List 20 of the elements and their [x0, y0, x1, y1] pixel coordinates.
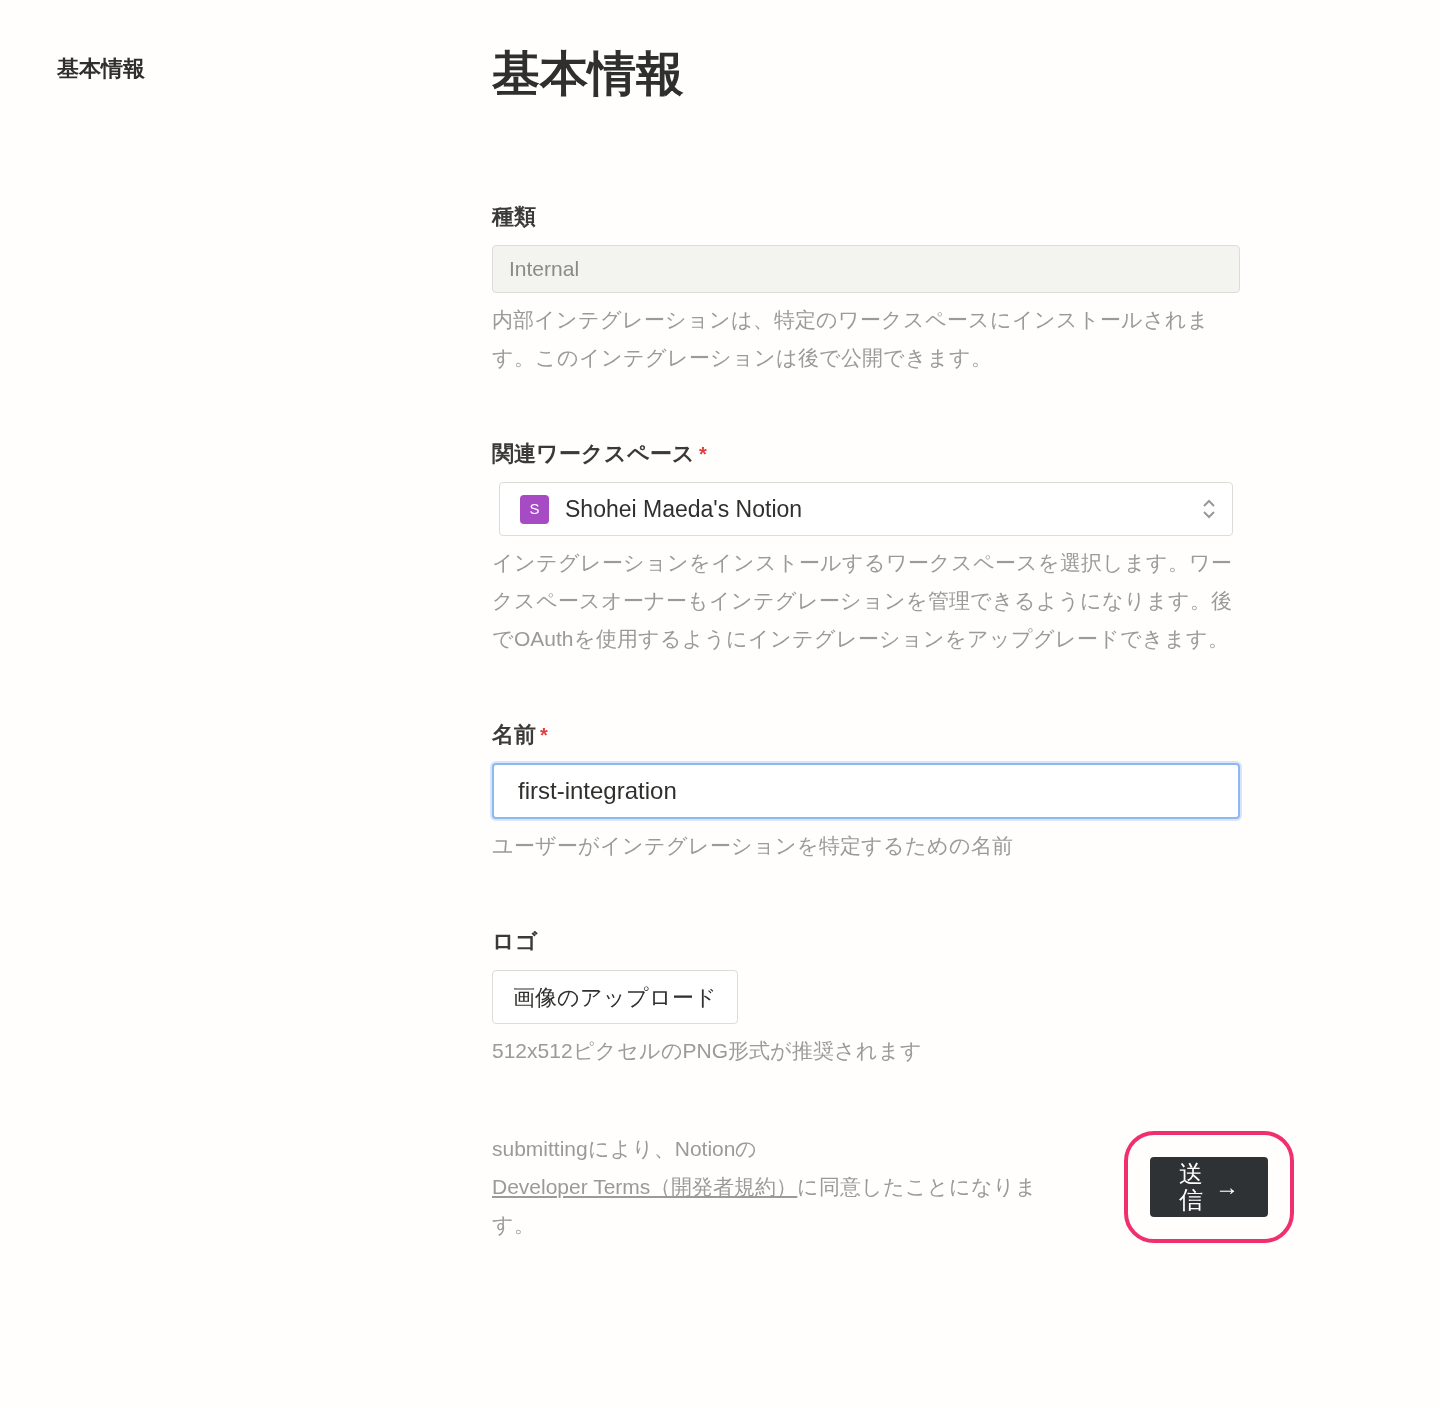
workspace-badge: S [520, 494, 549, 524]
arrow-icon: → [1215, 1169, 1239, 1205]
field-label: ロゴ [492, 928, 538, 956]
page-title: 基本情報 [492, 46, 685, 102]
upload-button[interactable]: 画像のアップロード [492, 970, 738, 1024]
help-text: 内部インテグレーションは、特定のワークスペースにインストールされます。このインテグレーションは後で公開できます。 [492, 307, 1210, 371]
workspace-select[interactable]: S Shohei Maeda's Notion [499, 482, 1233, 536]
help-text: インテグレーションをインストールするワークスペースを選択します。ワークスペースオーナーもインテグレーションを管理できるようになります。後でOAuthを使用するようにインテグレーションをアップグレードできます。 [492, 550, 1233, 652]
name-field[interactable]: first-integration [492, 763, 1240, 819]
terms-text: submittingにより、Notionの Developer Terms（開発者規約）に同意したことになります。 [492, 1136, 1039, 1238]
field-label: 種類 [492, 203, 536, 231]
chevron-up-down-icon [1202, 498, 1216, 520]
sidebar-item[interactable]: 基本情報 [57, 52, 492, 85]
field-label: 関連ワークスペース [492, 440, 695, 468]
field-label: 名前 [492, 721, 536, 749]
required-marker: * [699, 441, 707, 467]
workspace-name: Shohei Maeda's Notion [565, 494, 804, 524]
help-text: ユーザーがインテグレーションを特定するための名前 [492, 833, 1014, 859]
help-text: 512x512ピクセルのPNG形式が推奨されます [492, 1038, 924, 1064]
required-marker: * [540, 722, 548, 748]
